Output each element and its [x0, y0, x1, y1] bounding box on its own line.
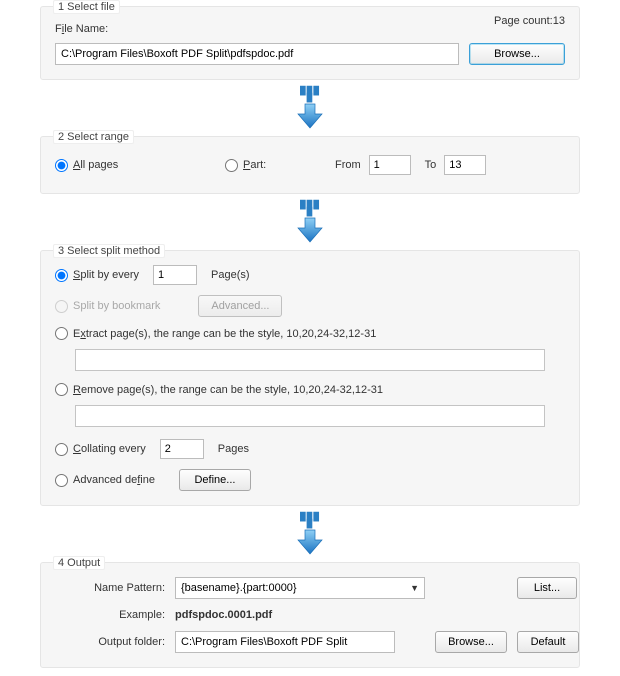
split-every-unit: Page(s): [211, 269, 250, 281]
page-count-value: 13: [553, 15, 565, 27]
radio-split-every-input[interactable]: [55, 269, 68, 282]
radio-part[interactable]: Part:: [225, 159, 335, 172]
name-pattern-input[interactable]: [175, 577, 425, 599]
panel-output: 4 Output Name Pattern: ▼ List... Example…: [40, 562, 580, 668]
output-folder-label: Output folder:: [55, 636, 165, 648]
split-every-input[interactable]: [153, 265, 197, 285]
radio-remove-pages[interactable]: Remove page(s), the range can be the sty…: [55, 383, 383, 396]
browse-button[interactable]: Browse...: [469, 43, 565, 65]
collating-unit: Pages: [218, 443, 249, 455]
file-path-input[interactable]: [55, 43, 459, 65]
define-button[interactable]: Define...: [179, 469, 251, 491]
name-pattern-combo[interactable]: ▼: [175, 577, 425, 599]
radio-split-bookmark-label: Split by bookmark: [73, 300, 160, 312]
example-label: Example:: [55, 609, 165, 621]
from-label: From: [335, 159, 361, 171]
to-label: To: [425, 159, 437, 171]
arrow-icon: ████: [0, 194, 620, 250]
radio-split-bookmark-input: [55, 300, 68, 313]
radio-split-every[interactable]: Split by every: [55, 269, 139, 282]
panel-title-select-range: 2 Select range: [53, 130, 134, 144]
panel-select-range: 2 Select range All pages Part: From To: [40, 136, 580, 194]
extract-range-input[interactable]: [75, 349, 545, 371]
from-input[interactable]: [369, 155, 411, 175]
page-count-label: Page count:: [494, 15, 553, 27]
arrow-icon: ████: [0, 506, 620, 562]
radio-collating-input[interactable]: [55, 443, 68, 456]
remove-range-input[interactable]: [75, 405, 545, 427]
radio-advanced-define-input[interactable]: [55, 474, 68, 487]
radio-extract-pages-input[interactable]: [55, 327, 68, 340]
panel-title-split-method: 3 Select split method: [53, 244, 165, 258]
arrow-icon: ████: [0, 80, 620, 136]
radio-part-input[interactable]: [225, 159, 238, 172]
radio-split-bookmark: Split by bookmark: [55, 300, 160, 313]
panel-select-split-method: 3 Select split method Split by every Pag…: [40, 250, 580, 506]
output-folder-input[interactable]: [175, 631, 395, 653]
collating-input[interactable]: [160, 439, 204, 459]
radio-collating[interactable]: Collating every: [55, 443, 146, 456]
panel-select-file: 1 Select file Page count:13 File Name: B…: [40, 6, 580, 80]
radio-remove-pages-input[interactable]: [55, 383, 68, 396]
output-browse-button[interactable]: Browse...: [435, 631, 507, 653]
page-count: Page count:13: [494, 15, 565, 27]
name-pattern-label: Name Pattern:: [55, 582, 165, 594]
advanced-button: Advanced...: [198, 295, 282, 317]
panel-title-output: 4 Output: [53, 556, 105, 570]
radio-all-pages-input[interactable]: [55, 159, 68, 172]
file-name-label: File Name:: [55, 23, 565, 35]
list-button[interactable]: List...: [517, 577, 577, 599]
radio-advanced-define[interactable]: Advanced define: [55, 474, 155, 487]
to-input[interactable]: [444, 155, 486, 175]
panel-title-select-file: 1 Select file: [53, 0, 120, 14]
radio-extract-pages[interactable]: Extract page(s), the range can be the st…: [55, 327, 376, 340]
default-button[interactable]: Default: [517, 631, 579, 653]
example-value: pdfspdoc.0001.pdf: [175, 609, 425, 621]
radio-all-pages[interactable]: All pages: [55, 159, 225, 172]
